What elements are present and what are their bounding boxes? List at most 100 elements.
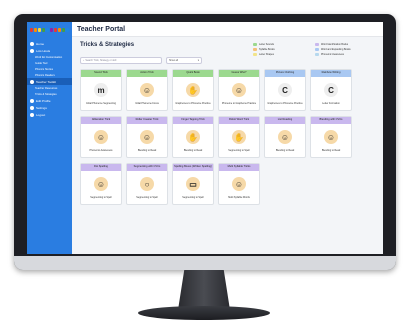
strategy-card[interactable]: Robot Word Trick ✋ Segmenting to Spell	[218, 116, 260, 158]
nav-icon	[30, 112, 34, 117]
content: Tricks & Strategies Letter Sounds Word Id…	[72, 37, 383, 210]
search-placeholder: Search Trick, Strategy or skill	[85, 59, 117, 62]
card-image: ☺	[219, 171, 259, 197]
card-footer: Initial Phoneme Segmenting	[86, 102, 116, 105]
strategy-card[interactable]: Spelling Boxes (Written Spelling) ▭ Segmen…	[172, 163, 214, 205]
card-header: Multi Syllable Tricks	[219, 164, 259, 171]
card-header: Dot Spelling	[81, 164, 121, 171]
card-image: ✋	[173, 77, 213, 103]
sidebar-item-label: Teacher Resources	[35, 86, 58, 90]
logo-block	[50, 28, 53, 32]
sidebar-item[interactable]: Teacher Toolkit	[27, 78, 72, 85]
nav-icon	[30, 98, 34, 103]
card-header: Robot Word Trick	[219, 117, 259, 124]
nav-icon	[30, 105, 34, 110]
legend-item: Letter Shapes	[253, 53, 311, 56]
card-image: C	[311, 77, 351, 103]
strategy-card[interactable]: Guess Who? ☺ Phoneme to Grapheme Practice	[218, 69, 260, 111]
card-footer: Blending to Read	[321, 149, 341, 152]
strategy-card[interactable]: Picture Clothing C Graphemes to Phoneme Pr…	[264, 69, 306, 111]
strategy-card[interactable]: Rainbow Writing C Letter Formation	[310, 69, 352, 111]
legend-swatch	[315, 48, 319, 51]
strategy-card[interactable]: Quick Book ✋ Graphemes to Phoneme Practice	[172, 69, 214, 111]
card-image: ☺	[127, 77, 167, 103]
search-input[interactable]: ⌕ Search Trick, Strategy or skill	[80, 57, 162, 64]
sidebar-item-label: Phonics Stories	[35, 67, 54, 71]
strategy-grid: Sound Trick m Initial Phoneme Segmenting Ac…	[80, 69, 375, 205]
card-footer: Segmenting to Spell	[182, 196, 204, 199]
nav-icon	[30, 79, 34, 84]
logo-block	[54, 28, 57, 32]
sidebar-item[interactable]: Edit Profile	[27, 97, 72, 104]
sidebar-item[interactable]: Lots Hosts	[27, 47, 72, 54]
logo-block	[34, 28, 37, 32]
card-image: ○	[127, 171, 167, 197]
logo-block	[38, 28, 41, 32]
strategy-card[interactable]: List Reading ☺ Blending to Read	[264, 116, 306, 158]
sidebar-item-label: Guide Tool	[35, 61, 48, 65]
strategy-card[interactable]: Sound Trick m Initial Phoneme Segmenting	[80, 69, 122, 111]
sidebar-item-label: Logout	[36, 112, 46, 117]
main-area: Teacher Portal Tricks & Strategies Lette…	[72, 22, 383, 254]
logo-block	[46, 28, 49, 32]
sidebar-item[interactable]: Logout	[27, 111, 72, 118]
nav-icon	[30, 48, 34, 53]
card-icon: C	[324, 83, 338, 97]
legend-item: Syllable Books	[253, 48, 311, 51]
card-header: Alliteration Trick	[81, 117, 121, 124]
card-image: ✋	[219, 124, 259, 150]
card-icon: ☺	[232, 83, 246, 97]
filter-select[interactable]: Show all ▾	[166, 57, 202, 64]
filter-value: Show all	[169, 59, 179, 62]
strategy-card[interactable]: Blending with CVCs ☺ Blending to Read	[310, 116, 352, 158]
card-header: Segmenting with CVCs	[127, 164, 167, 171]
card-footer: Blending to Read	[137, 149, 157, 152]
card-footer: Segmenting to Spell	[228, 149, 250, 152]
card-footer: Segmenting to Spell	[136, 196, 158, 199]
screen: Home Lots Hosts Word list Customisation Gui…	[27, 22, 383, 254]
strategy-card[interactable]: Dot Spelling ☺ Segmenting to Spell	[80, 163, 122, 205]
strategy-card[interactable]: Finger Tapping Trick ✋ Blending to Read	[172, 116, 214, 158]
legend-swatch	[315, 53, 319, 56]
card-image: m	[81, 77, 121, 103]
logo-block	[62, 28, 65, 32]
card-image: ▭	[173, 171, 213, 197]
card-header: Action Trick	[127, 70, 167, 77]
card-icon: ○	[140, 177, 154, 191]
legend: Letter Sounds Word Identification Books Sy…	[253, 43, 373, 56]
card-footer: Phoneme to Grapheme Practice	[221, 102, 257, 105]
monitor-chin	[14, 256, 396, 270]
card-footer: Phonemic Awareness	[89, 149, 113, 152]
card-image: ☺	[265, 124, 305, 150]
strategy-card[interactable]: Roller Coaster Trick ☺ Blending to Read	[126, 116, 168, 158]
app-logo[interactable]	[30, 28, 69, 32]
card-header: Blending with CVCs	[311, 117, 351, 124]
card-header: Rainbow Writing	[311, 70, 351, 77]
sidebar-item[interactable]: Home	[27, 40, 72, 47]
sidebar-item[interactable]: Settings	[27, 104, 72, 111]
card-image: ☺	[81, 171, 121, 197]
card-header: Picture Clothing	[265, 70, 305, 77]
sidebar-item-label: Lots Hosts	[36, 48, 51, 53]
strategy-card[interactable]: Alliteration Trick ☺ Phonemic Awareness	[80, 116, 122, 158]
logo-block	[58, 28, 61, 32]
card-icon: ✋	[186, 83, 200, 97]
chevron-down-icon: ▾	[197, 59, 199, 62]
card-header: List Reading	[265, 117, 305, 124]
legend-swatch	[253, 48, 257, 51]
strategy-card[interactable]: Action Trick ☺ Initial Phoneme Focus	[126, 69, 168, 111]
card-icon: ▭	[186, 177, 200, 191]
legend-item: Letter Sounds	[253, 43, 311, 46]
logo-block	[66, 28, 69, 32]
app-title: Teacher Portal	[77, 25, 126, 33]
legend-item: Word and Expanding Books	[315, 48, 373, 51]
card-header: Spelling Boxes (Written Spelling)	[173, 164, 213, 171]
strategy-card[interactable]: Multi Syllable Tricks ☺ Multi Syllable Wor…	[218, 163, 260, 205]
search-icon: ⌕	[83, 59, 85, 62]
card-icon: ☺	[94, 130, 108, 144]
card-footer: Blending to Read	[275, 149, 295, 152]
card-footer: Multi Syllable Words	[228, 196, 250, 199]
card-header: Sound Trick	[81, 70, 121, 77]
strategy-card[interactable]: Segmenting with CVCs ○ Segmenting to Spell	[126, 163, 168, 205]
card-footer: Graphemes to Phoneme Practice	[175, 102, 211, 105]
